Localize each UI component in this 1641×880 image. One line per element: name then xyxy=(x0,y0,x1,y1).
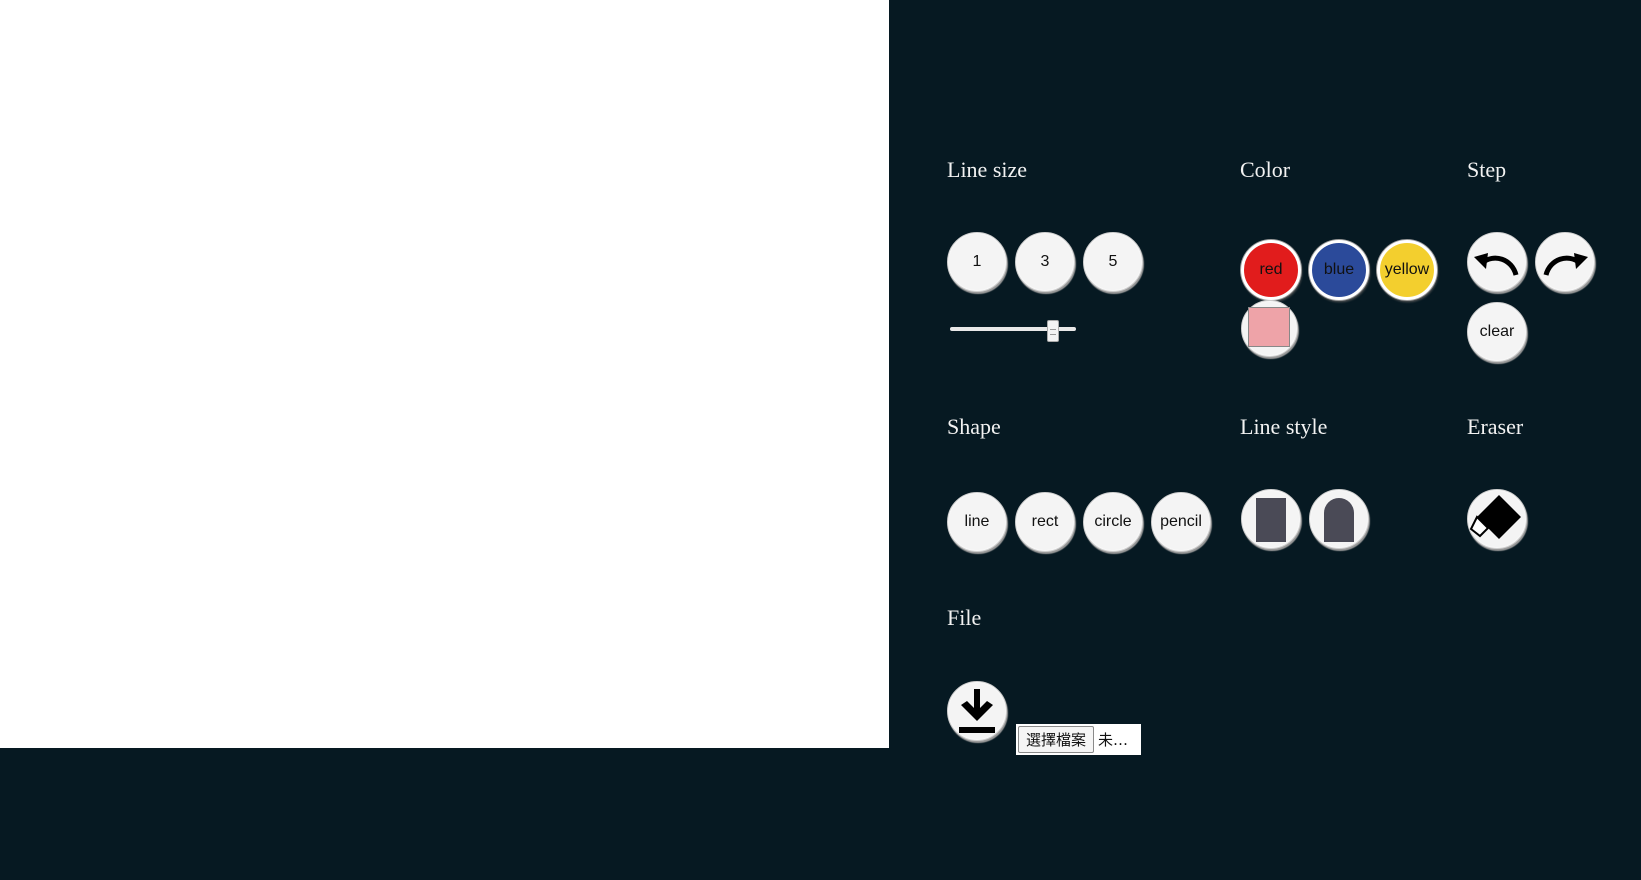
color-red-button[interactable]: red xyxy=(1241,240,1301,300)
color-red-label: red xyxy=(1259,261,1283,278)
shape-line-button[interactable]: line xyxy=(947,492,1007,552)
eraser-icon xyxy=(1469,495,1521,539)
undo-icon xyxy=(1474,253,1519,276)
shape-pencil-button[interactable]: pencil xyxy=(1151,492,1211,552)
eraser-heading: Eraser xyxy=(1467,414,1524,439)
line-style-round-button[interactable] xyxy=(1309,489,1369,549)
color-yellow-label: yellow xyxy=(1384,261,1430,278)
color-blue-label: blue xyxy=(1323,261,1355,278)
eraser-button[interactable] xyxy=(1467,489,1527,549)
line-style-square-button[interactable] xyxy=(1241,489,1301,549)
shape-circle-button[interactable]: circle xyxy=(1083,492,1143,552)
file-heading: File xyxy=(947,605,982,630)
color-blue-button[interactable]: blue xyxy=(1309,240,1369,300)
download-button[interactable] xyxy=(947,681,1007,741)
line-size-slider[interactable] xyxy=(950,320,1076,342)
file-status-text: 未… xyxy=(1098,731,1129,749)
line-size-1-button[interactable]: 1 xyxy=(947,232,1007,292)
redo-icon xyxy=(1543,253,1588,276)
redo-button[interactable] xyxy=(1535,232,1595,292)
line-size-heading: Line size xyxy=(947,157,1028,182)
slider-thumb[interactable] xyxy=(1047,320,1059,342)
color-yellow-button[interactable]: yellow xyxy=(1377,240,1437,300)
line-style-heading: Line style xyxy=(1240,414,1328,439)
color-picker-button[interactable] xyxy=(1241,300,1298,357)
shape-rect-button[interactable]: rect xyxy=(1015,492,1075,552)
drawing-canvas[interactable] xyxy=(0,0,889,748)
current-color-swatch xyxy=(1248,307,1290,347)
file-input[interactable]: 選擇檔案 未… xyxy=(1016,724,1141,755)
shape-heading: Shape xyxy=(947,414,1001,439)
step-heading: Step xyxy=(1467,157,1507,182)
color-heading: Color xyxy=(1240,157,1291,182)
download-icon xyxy=(959,689,995,733)
undo-button[interactable] xyxy=(1467,232,1527,292)
round-cap-icon xyxy=(1324,498,1354,542)
clear-button[interactable]: clear xyxy=(1467,302,1527,362)
choose-file-button[interactable]: 選擇檔案 xyxy=(1018,726,1095,753)
line-size-3-button[interactable]: 3 xyxy=(1015,232,1075,292)
square-cap-icon xyxy=(1256,498,1286,542)
line-size-5-button[interactable]: 5 xyxy=(1083,232,1143,292)
